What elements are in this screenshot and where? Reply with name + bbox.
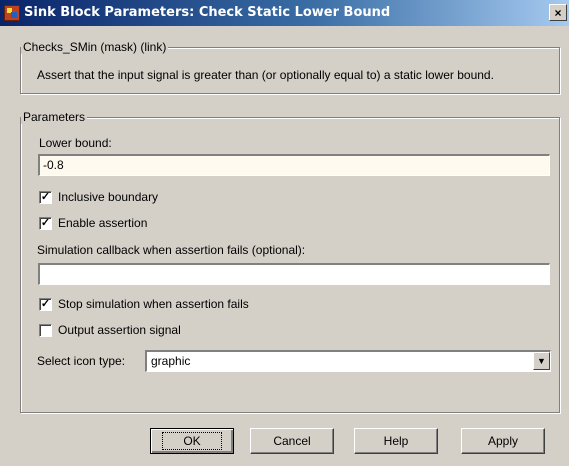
parameters-legend: Parameters <box>21 110 88 124</box>
ok-button[interactable]: OK <box>150 428 234 454</box>
stop-simulation-checkbox[interactable]: ✓ Stop simulation when assertion fails <box>39 297 249 311</box>
title-bar: Sink Block Parameters: Check Static Lowe… <box>0 0 569 26</box>
chevron-down-icon[interactable]: ▼ <box>533 352 550 370</box>
simulink-icon <box>4 5 20 21</box>
checkbox-box[interactable] <box>39 323 52 337</box>
mask-legend: Checks_SMin (mask) (link) <box>21 40 169 54</box>
cancel-button[interactable]: Cancel <box>250 428 334 454</box>
lower-bound-label: Lower bound: <box>39 136 112 150</box>
checkbox-box[interactable]: ✓ <box>39 190 52 204</box>
callback-input[interactable] <box>38 263 550 285</box>
icon-type-select[interactable]: graphic ▼ <box>145 350 551 372</box>
checkbox-label: Output assertion signal <box>58 323 181 337</box>
mask-description: Assert that the input signal is greater … <box>37 68 494 82</box>
checkbox-box[interactable]: ✓ <box>39 216 52 230</box>
checkbox-label: Inclusive boundary <box>58 190 159 204</box>
checkbox-label: Stop simulation when assertion fails <box>58 297 249 311</box>
inclusive-boundary-checkbox[interactable]: ✓ Inclusive boundary <box>39 190 158 204</box>
checkbox-label: Enable assertion <box>58 216 148 230</box>
icon-type-label: Select icon type: <box>37 354 126 368</box>
output-signal-checkbox[interactable]: Output assertion signal <box>39 323 181 337</box>
callback-label: Simulation callback when assertion fails… <box>37 243 306 257</box>
ok-button-label: OK <box>162 432 222 450</box>
enable-assertion-checkbox[interactable]: ✓ Enable assertion <box>39 216 147 230</box>
apply-button[interactable]: Apply <box>461 428 545 454</box>
lower-bound-input[interactable]: -0.8 <box>38 154 550 176</box>
window-title: Sink Block Parameters: Check Static Lowe… <box>24 5 391 20</box>
help-button[interactable]: Help <box>354 428 438 454</box>
icon-type-value: graphic <box>151 354 191 368</box>
close-button[interactable]: × <box>549 4 567 21</box>
checkbox-box[interactable]: ✓ <box>39 297 52 311</box>
